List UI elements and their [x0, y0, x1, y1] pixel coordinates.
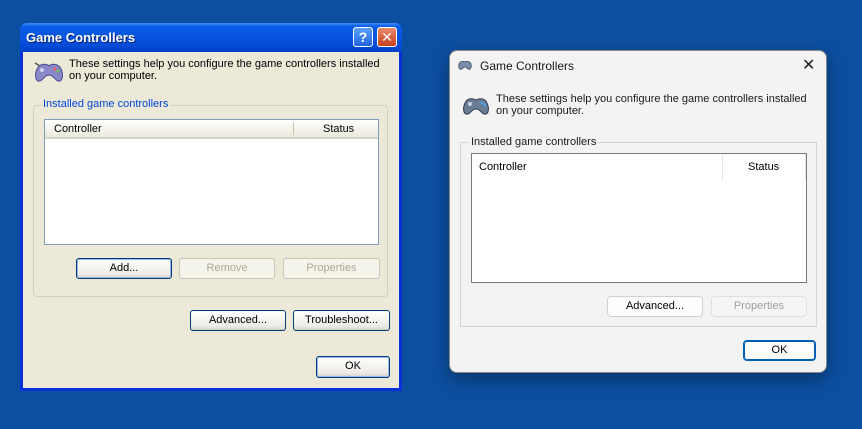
xp-list-header: Controller Status	[45, 120, 378, 139]
xp-ok-label: OK	[345, 360, 361, 372]
win11-properties-button[interactable]: Properties	[711, 296, 807, 317]
win11-column-divider[interactable]	[722, 154, 723, 180]
xp-help-button[interactable]: ?	[353, 27, 373, 47]
help-icon: ?	[358, 29, 368, 45]
game-controller-icon	[34, 62, 63, 82]
win11-game-controllers-window: Game Controllers ✕ These settings help y…	[449, 50, 827, 373]
xp-add-button[interactable]: Add...	[76, 258, 172, 279]
win11-description-text: These settings help you configure the ga…	[496, 93, 807, 117]
xp-remove-label: Remove	[206, 262, 248, 274]
win11-column-status[interactable]: Status	[748, 161, 779, 173]
xp-column-status[interactable]: Status	[323, 123, 354, 135]
win11-properties-label: Properties	[733, 300, 785, 312]
win11-list-header: Controller Status	[472, 154, 806, 180]
xp-close-button[interactable]: ✕	[377, 27, 397, 47]
win11-ok-label: OK	[771, 344, 788, 356]
win11-controller-list[interactable]: Controller Status	[471, 153, 807, 283]
xp-advanced-label: Advanced...	[208, 314, 268, 326]
win11-column-divider-end[interactable]	[805, 154, 806, 180]
xp-description-text: These settings help you configure the ga…	[69, 58, 380, 82]
xp-installed-controllers-group: Installed game controllers Controller St…	[33, 98, 388, 297]
xp-window-title: Game Controllers	[26, 30, 136, 45]
close-icon: ✕	[381, 29, 393, 45]
xp-advanced-button[interactable]: Advanced...	[190, 310, 286, 331]
xp-properties-label: Properties	[306, 262, 357, 274]
xp-troubleshoot-label: Troubleshoot...	[305, 314, 378, 326]
xp-column-divider[interactable]	[293, 123, 294, 135]
xp-column-controller[interactable]: Controller	[54, 123, 102, 135]
close-icon: ✕	[802, 57, 816, 74]
xp-remove-button[interactable]: Remove	[179, 258, 275, 279]
win11-ok-button[interactable]: OK	[743, 340, 816, 361]
win11-installed-controllers-group: Installed game controllers Controller St…	[460, 136, 817, 327]
win11-close-button[interactable]: ✕	[802, 55, 815, 75]
xp-properties-button[interactable]: Properties	[283, 258, 380, 279]
xp-add-label: Add...	[109, 262, 139, 274]
game-controller-icon	[463, 98, 489, 115]
title-game-controller-icon	[458, 61, 472, 70]
win11-column-controller[interactable]: Controller	[479, 161, 527, 173]
win11-group-label: Installed game controllers	[469, 136, 599, 148]
xp-controller-list[interactable]: Controller Status	[44, 119, 379, 245]
win11-window-title: Game Controllers	[480, 59, 575, 73]
xp-troubleshoot-button[interactable]: Troubleshoot...	[293, 310, 390, 331]
xp-title-bar[interactable]: Game Controllers ? ✕	[20, 23, 402, 52]
xp-group-label: Installed game controllers	[41, 98, 171, 110]
xp-ok-button[interactable]: OK	[316, 356, 390, 378]
win11-advanced-label: Advanced...	[625, 300, 685, 312]
xp-dialog-body: These settings help you configure the ga…	[23, 52, 399, 388]
win11-advanced-button[interactable]: Advanced...	[607, 296, 703, 317]
xp-game-controllers-window: Game Controllers ? ✕ These settings help…	[20, 23, 402, 391]
